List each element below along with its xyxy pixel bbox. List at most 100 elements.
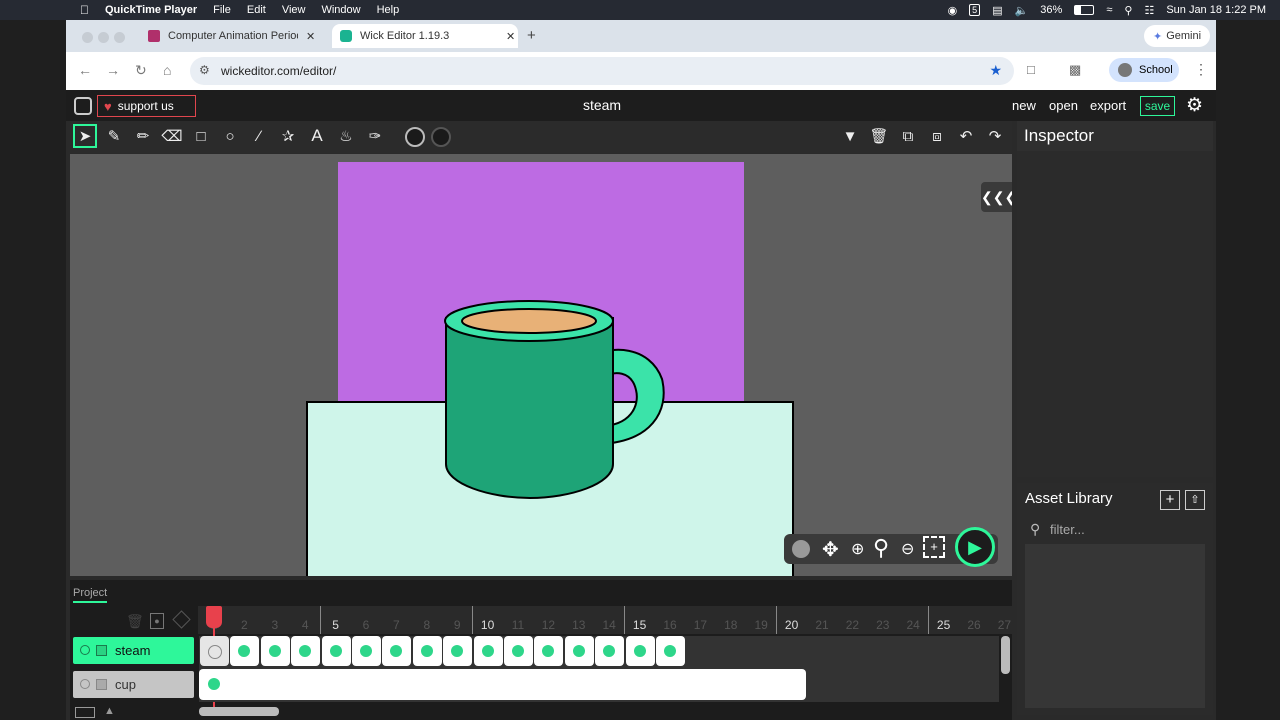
stage-drawing[interactable] [70,154,1012,576]
menubar-item-view[interactable]: View [282,4,306,16]
steam-keyframe[interactable] [200,636,229,666]
open-project-link[interactable]: open [1049,98,1078,113]
ruler-frame-number[interactable]: 17 [685,618,715,632]
display-icon[interactable]: ▤ [992,4,1002,17]
close-tab-icon[interactable]: ✕ [306,30,315,43]
cursor-tool-icon[interactable]: ➤ [73,124,97,148]
steam-keyframe[interactable] [473,636,503,666]
ruler-frame-number[interactable]: 21 [807,618,837,632]
menubar-item-window[interactable]: Window [321,4,360,16]
back-icon[interactable]: ← [78,62,92,78]
brush-tool-icon[interactable]: ✎ [102,124,126,148]
new-project-link[interactable]: new [1012,98,1036,113]
profile-button[interactable]: School [1109,58,1179,82]
layer-row-cup[interactable]: cup [73,671,194,698]
zoom-magnifier-icon[interactable]: ⚲ [873,535,889,561]
text-tool-icon[interactable]: A [305,124,329,148]
zoom-out-icon[interactable]: ⊖ [901,539,914,559]
calendar-5-icon[interactable]: 5 [969,4,981,16]
ruler-frame-number[interactable]: 14 [594,618,624,632]
path-tool-icon[interactable]: ✰ [276,124,300,148]
forward-icon[interactable]: → [106,62,120,78]
support-us-button[interactable]: ♥ support us [97,95,196,117]
ruler-frame-number[interactable]: 8 [412,618,442,632]
home-icon[interactable]: ⌂ [163,62,171,78]
ruler-frame-number[interactable]: 20 [777,618,807,632]
steam-keyframe[interactable] [656,636,685,666]
bookmark-star-icon[interactable]: ★ [989,62,1002,79]
menubar-app-name[interactable]: QuickTime Player [105,4,197,16]
close-window-icon[interactable] [82,32,93,43]
zoom-in-icon[interactable]: ⊕ [851,539,864,559]
export-asset-button[interactable]: ⇧ [1185,490,1205,510]
copy-icon[interactable]: ⧉ [896,124,920,148]
ruler-frame-number[interactable]: 18 [716,618,746,632]
settings-gear-icon[interactable]: ⚙ [1186,94,1203,117]
browser-menu-icon[interactable]: ⋮ [1194,61,1208,78]
ruler-frame-number[interactable]: 6 [351,618,381,632]
undo-icon[interactable]: ↶ [954,124,978,148]
eyedropper-tool-icon[interactable]: ✑ [363,124,387,148]
steam-keyframe[interactable] [382,636,412,666]
layer-lock-icon[interactable] [96,679,107,690]
volume-icon[interactable]: 🔈 [1015,4,1029,17]
record-icon[interactable]: ◉ [948,4,958,17]
ruler-frame-number[interactable]: 23 [868,618,898,632]
browser-tab-wick-editor[interactable]: Wick Editor 1.19.3 ✕ [332,24,518,48]
timeline-project-tab[interactable]: Project [73,587,108,603]
line-tool-icon[interactable]: ∕ [247,124,271,148]
ruler-frame-number[interactable]: 27 [989,618,1019,632]
paste-icon[interactable]: ⧈ [925,124,949,148]
maximize-window-icon[interactable] [114,32,125,43]
close-tab-icon[interactable]: ✕ [506,30,515,43]
steam-keyframe[interactable] [352,636,381,666]
audio-waveform-icon[interactable]: ▲ [104,705,115,717]
delete-icon[interactable]: 🗑 [867,124,891,148]
gemini-button[interactable]: ✦ Gemini [1144,25,1210,47]
minimize-window-icon[interactable] [98,32,109,43]
steam-keyframe[interactable] [504,636,533,666]
steam-keyframe[interactable] [230,636,260,666]
fit-to-screen-icon[interactable]: + [923,536,945,558]
search-icon[interactable]: ⚲ [1124,4,1132,17]
ruler-frame-number[interactable]: 9 [442,618,472,632]
cup-frame-span[interactable] [199,669,806,700]
pan-move-icon[interactable]: ✥ [822,537,839,562]
export-project-link[interactable]: export [1090,98,1126,113]
pencil-tool-icon[interactable]: ✏ [131,124,155,148]
ruler-frame-number[interactable]: 13 [564,618,594,632]
layer-visible-icon[interactable] [80,679,90,689]
timeline-scroll-horizontal[interactable] [199,707,279,716]
ruler-frame-number[interactable]: 19 [746,618,776,632]
ruler-frame-number[interactable]: 5 [321,618,351,632]
steam-keyframe[interactable] [564,636,594,666]
site-info-icon[interactable]: ⚙ [199,63,210,77]
canvas-area[interactable]: ❮❮❮ ✥ ⊕ ⚲ ⊖ + ▶ [70,154,1012,576]
menubar-item-edit[interactable]: Edit [247,4,266,16]
save-project-button[interactable]: save [1140,96,1175,116]
layer-row-steam[interactable]: steam [73,637,194,664]
menubar-item-help[interactable]: Help [377,4,400,16]
steam-keyframe[interactable] [291,636,321,666]
ellipse-tool-icon[interactable]: ○ [218,124,242,148]
extensions-icon[interactable]: □ [1027,62,1035,77]
ruler-frame-number[interactable]: 12 [533,618,563,632]
wifi-icon[interactable]: ≈ [1106,4,1112,16]
tab-search-icon[interactable]: ▩ [1069,62,1081,78]
menubar-item-file[interactable]: File [213,4,231,16]
ruler-frame-number[interactable]: 26 [959,618,989,632]
project-title[interactable]: steam [540,97,664,113]
ruler-frame-number[interactable]: 4 [290,618,320,632]
ruler-frame-number[interactable]: 10 [473,618,503,632]
ruler-frame-number[interactable]: 24 [898,618,928,632]
playhead[interactable] [206,606,222,628]
control-center-icon[interactable]: ☷ [1144,4,1154,17]
fill-color-swatch[interactable] [405,127,425,147]
steam-keyframe[interactable] [595,636,625,666]
apple-icon[interactable]:  [80,3,89,17]
more-options-dropdown-icon[interactable]: ▼ [838,124,862,148]
browser-tab-computer-animation[interactable]: Computer Animation Period 1 ✕ [140,24,330,48]
wick-logo-icon[interactable] [74,97,92,115]
fill-bucket-tool-icon[interactable]: ♨ [334,124,358,148]
ruler-frame-number[interactable]: 16 [655,618,685,632]
